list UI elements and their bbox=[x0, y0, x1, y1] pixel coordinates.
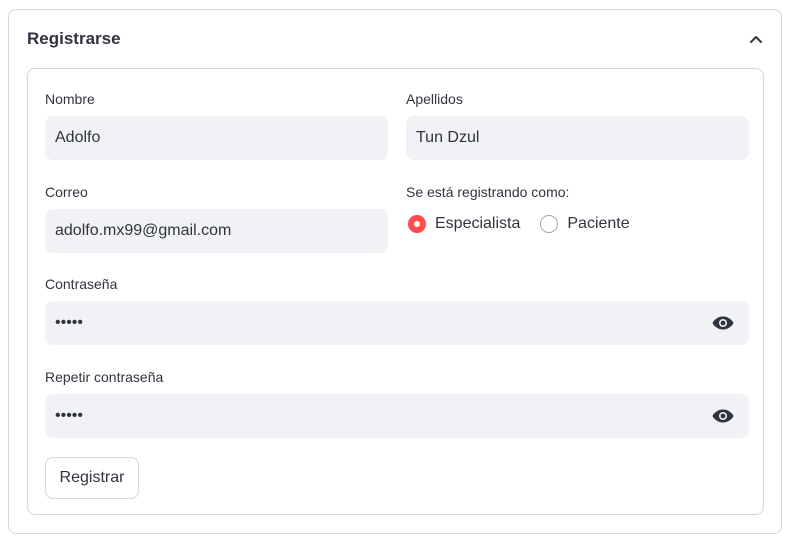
rol-label: Se está registrando como: bbox=[406, 184, 570, 200]
correo-field[interactable]: adolfo.mx99@gmail.com bbox=[45, 209, 388, 253]
contrasena-label: Contraseña bbox=[45, 276, 118, 292]
repetir-label: Repetir contraseña bbox=[45, 369, 164, 385]
nombre-value: Adolfo bbox=[55, 129, 101, 146]
repetir-field[interactable]: ••••• bbox=[45, 394, 749, 438]
apellidos-field[interactable]: Tun Dzul bbox=[406, 116, 749, 160]
expander-title: Registrarse bbox=[27, 29, 121, 48]
registrar-button[interactable]: Registrar bbox=[45, 457, 139, 499]
radio-unchecked-icon bbox=[540, 215, 559, 233]
nombre-label: Nombre bbox=[45, 91, 95, 107]
rol-radio-group: Especialista Paciente bbox=[408, 215, 650, 233]
register-expander: Registrarse Nombre Adolfo Apellidos Tun … bbox=[8, 9, 782, 534]
contrasena-field[interactable]: ••••• bbox=[45, 301, 749, 345]
expander-header[interactable]: Registrarse bbox=[9, 10, 781, 68]
eye-icon[interactable] bbox=[711, 404, 735, 428]
radio-label-especialista: Especialista bbox=[435, 215, 521, 232]
eye-icon[interactable] bbox=[711, 311, 735, 335]
register-form: Nombre Adolfo Apellidos Tun Dzul Correo … bbox=[27, 68, 764, 515]
contrasena-value: ••••• bbox=[55, 314, 84, 331]
radio-option-paciente[interactable]: Paciente bbox=[540, 215, 630, 233]
repetir-value: ••••• bbox=[55, 407, 84, 424]
radio-checked-icon bbox=[408, 215, 426, 233]
correo-label: Correo bbox=[45, 184, 88, 200]
chevron-up-icon[interactable] bbox=[749, 32, 763, 46]
radio-label-paciente: Paciente bbox=[567, 215, 630, 232]
nombre-field[interactable]: Adolfo bbox=[45, 116, 388, 160]
radio-option-especialista[interactable]: Especialista bbox=[408, 215, 520, 233]
apellidos-label: Apellidos bbox=[406, 91, 463, 107]
correo-value: adolfo.mx99@gmail.com bbox=[55, 222, 232, 239]
apellidos-value: Tun Dzul bbox=[416, 129, 480, 146]
